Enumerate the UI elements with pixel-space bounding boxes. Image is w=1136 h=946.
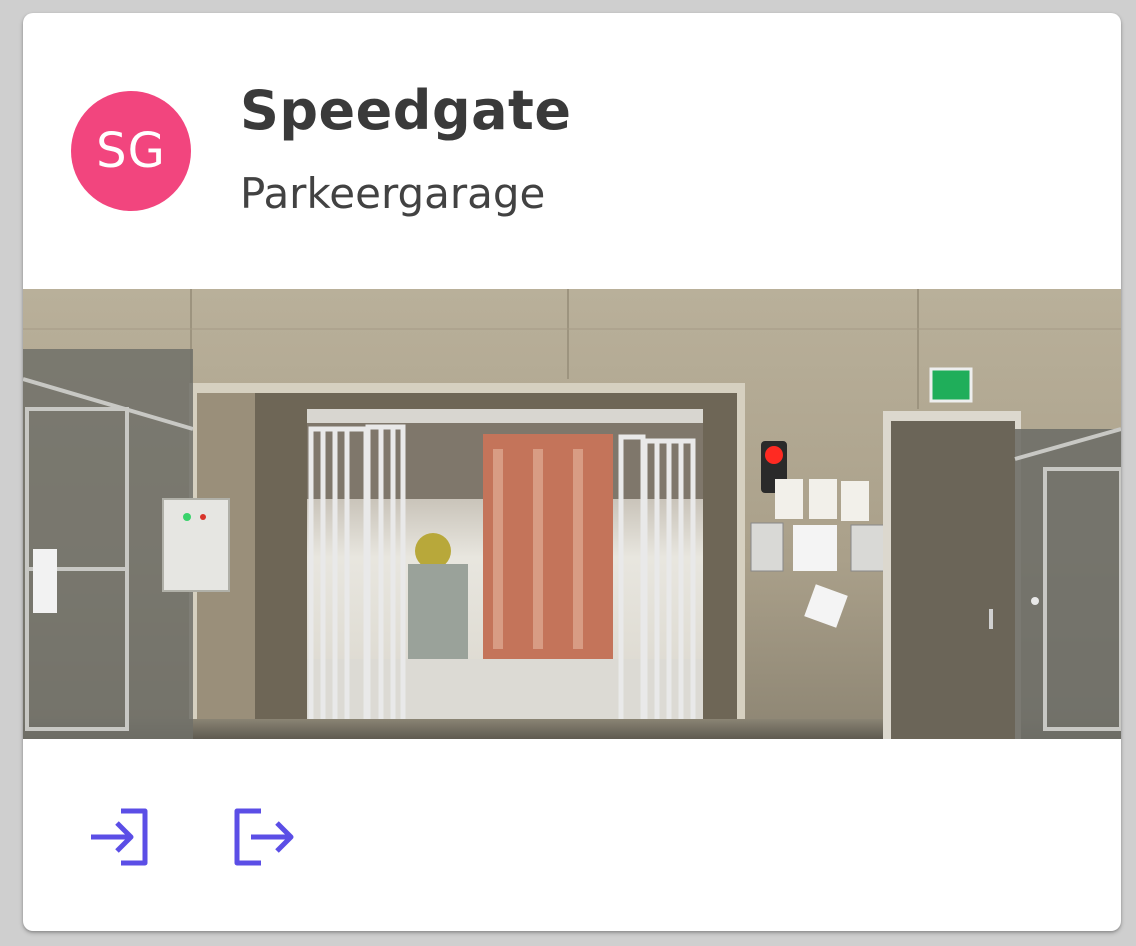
card-title: Speedgate (240, 79, 572, 142)
logout-icon (231, 808, 295, 871)
card-actions (23, 739, 1121, 931)
card-header: SG Speedgate Parkeergarage (23, 13, 1121, 289)
speedgate-card: SG Speedgate Parkeergarage (23, 13, 1121, 931)
avatar: SG (71, 91, 191, 211)
card-subtitle: Parkeergarage (240, 169, 546, 218)
card-media-image (23, 289, 1121, 739)
logout-button[interactable] (225, 801, 301, 877)
login-button[interactable] (81, 801, 157, 877)
avatar-initials: SG (96, 123, 166, 179)
login-icon (87, 808, 151, 871)
